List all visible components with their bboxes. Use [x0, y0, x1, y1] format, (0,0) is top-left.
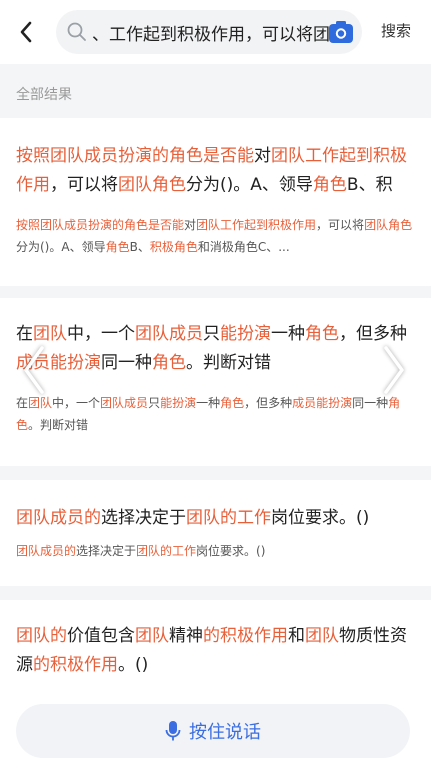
- highlight-text: 团队的: [16, 626, 67, 646]
- next-arrow-icon[interactable]: [380, 342, 408, 398]
- highlight-text: 的积极作用: [33, 655, 118, 675]
- highlight-text: 的积极作用: [203, 626, 288, 646]
- highlight-text: 按照团队成员扮演的角色是否能: [16, 146, 254, 166]
- text-segment: B、: [129, 240, 150, 254]
- text-segment: ，可以将: [50, 175, 118, 195]
- highlight-text: 团队: [305, 626, 339, 646]
- text-segment: 中，一个: [67, 324, 135, 344]
- hold-to-talk-label: 按住说话: [189, 722, 261, 743]
- hold-to-talk-button[interactable]: 按住说话: [16, 704, 410, 758]
- highlight-text: 团队角色: [118, 175, 186, 195]
- result-snippet: 在团队中，一个团队成员只能扮演一种角色，但多种成员能扮演同一种角色。判断对错: [16, 392, 417, 436]
- result-title[interactable]: 团队的价值包含团队精神的积极作用和团队物质性资源的积极作用。(): [16, 622, 417, 680]
- text-segment: 。判断对错: [186, 353, 271, 373]
- highlight-text: 团队工作起到积极作用: [196, 218, 317, 232]
- highlight-text: 团队成员: [135, 324, 203, 344]
- highlight-text: 角色: [152, 353, 186, 373]
- text-segment: 精神: [169, 626, 203, 646]
- text-segment: 岗位要求。(): [271, 508, 370, 528]
- result-card[interactable]: 在团队中，一个团队成员只能扮演一种角色，但多种成员能扮演同一种角色。判断对错 在…: [0, 298, 431, 466]
- text-segment: 在: [16, 324, 33, 344]
- voice-bar: 按住说话: [0, 690, 431, 772]
- text-segment: 在: [16, 396, 29, 410]
- header: 、工作起到积极作用，可以将团 搜索: [0, 0, 431, 64]
- highlight-text: 团队成员: [100, 396, 149, 410]
- text-segment: 和消极角色C、...: [197, 240, 290, 254]
- text-segment: 中，一个: [52, 396, 101, 410]
- text-segment: 选择决定于: [101, 508, 186, 528]
- text-segment: 只: [148, 396, 161, 410]
- text-segment: ，但多种: [244, 396, 293, 410]
- highlight-text: 团队: [33, 324, 67, 344]
- highlight-text: 角色: [105, 240, 130, 254]
- section-label: 全部结果: [16, 87, 72, 103]
- result-card[interactable]: 团队的价值包含团队精神的积极作用和团队物质性资源的积极作用。(): [0, 600, 431, 700]
- text-segment: 分为()。A、领导: [186, 175, 313, 195]
- highlight-text: 积极角色: [149, 240, 198, 254]
- text-segment: 一种: [196, 396, 221, 410]
- text-segment: ，但多种: [339, 324, 407, 344]
- text-segment: 同一种: [101, 353, 152, 373]
- text-segment: 只: [203, 324, 220, 344]
- highlight-text: 团队成员的: [16, 544, 77, 558]
- text-segment: 对: [254, 146, 271, 166]
- text-segment: 选择决定于: [76, 544, 137, 558]
- microphone-icon: [165, 721, 181, 741]
- text-segment: 。(): [118, 655, 149, 675]
- text-segment: 分为()。A、领导: [16, 240, 106, 254]
- search-button[interactable]: 搜索: [381, 20, 411, 41]
- highlight-text: 能扮演: [220, 324, 271, 344]
- result-snippet: 按照团队成员扮演的角色是否能对团队工作起到积极作用，可以将团队角色分为()。A、…: [16, 214, 417, 258]
- result-card[interactable]: 按照团队成员扮演的角色是否能对团队工作起到积极作用，可以将团队角色分为()。A、…: [0, 118, 431, 286]
- search-icon: [67, 22, 86, 41]
- highlight-text: 团队: [28, 396, 53, 410]
- text-segment: 对: [184, 218, 197, 232]
- back-button[interactable]: [14, 18, 38, 46]
- highlight-text: 团队: [135, 626, 169, 646]
- highlight-text: 角色: [312, 175, 347, 195]
- highlight-text: 角色: [305, 324, 339, 344]
- text-segment: ，可以将: [316, 218, 365, 232]
- highlight-text: 团队的工作: [136, 544, 197, 558]
- result-title[interactable]: 团队成员的选择决定于团队的工作岗位要求。(): [16, 504, 417, 533]
- highlight-text: 按照团队成员扮演的角色是否能: [16, 218, 185, 232]
- result-title[interactable]: 按照团队成员扮演的角色是否能对团队工作起到积极作用，可以将团队角色分为()。A、…: [16, 142, 417, 200]
- camera-icon[interactable]: [328, 19, 354, 45]
- highlight-text: 团队角色: [364, 218, 413, 232]
- text-segment: B、积: [346, 175, 393, 195]
- text-segment: 同一种: [352, 396, 389, 410]
- highlight-text: 角色: [220, 396, 245, 410]
- text-segment: 。判断对错: [28, 418, 89, 432]
- search-input[interactable]: 、工作起到积极作用，可以将团: [56, 10, 362, 54]
- chevron-left-icon: [20, 21, 32, 43]
- text-segment: 价值包含: [67, 626, 135, 646]
- result-title[interactable]: 在团队中，一个团队成员只能扮演一种角色，但多种成员能扮演同一种角色。判断对错: [16, 320, 417, 378]
- text-segment: 一种: [271, 324, 305, 344]
- prev-arrow-icon[interactable]: [20, 342, 48, 398]
- highlight-text: 成员能扮演: [292, 396, 353, 410]
- highlight-text: 团队成员的: [16, 508, 101, 528]
- text-segment: 和: [288, 626, 305, 646]
- highlight-text: 能扮演: [160, 396, 197, 410]
- highlight-text: 团队的工作: [186, 508, 271, 528]
- text-segment: 岗位要求。(): [196, 544, 266, 558]
- result-card[interactable]: 团队成员的选择决定于团队的工作岗位要求。() 团队成员的选择决定于团队的工作岗位…: [0, 480, 431, 586]
- result-snippet: 团队成员的选择决定于团队的工作岗位要求。(): [16, 540, 417, 562]
- search-query-text[interactable]: 、工作起到积极作用，可以将团: [92, 20, 332, 45]
